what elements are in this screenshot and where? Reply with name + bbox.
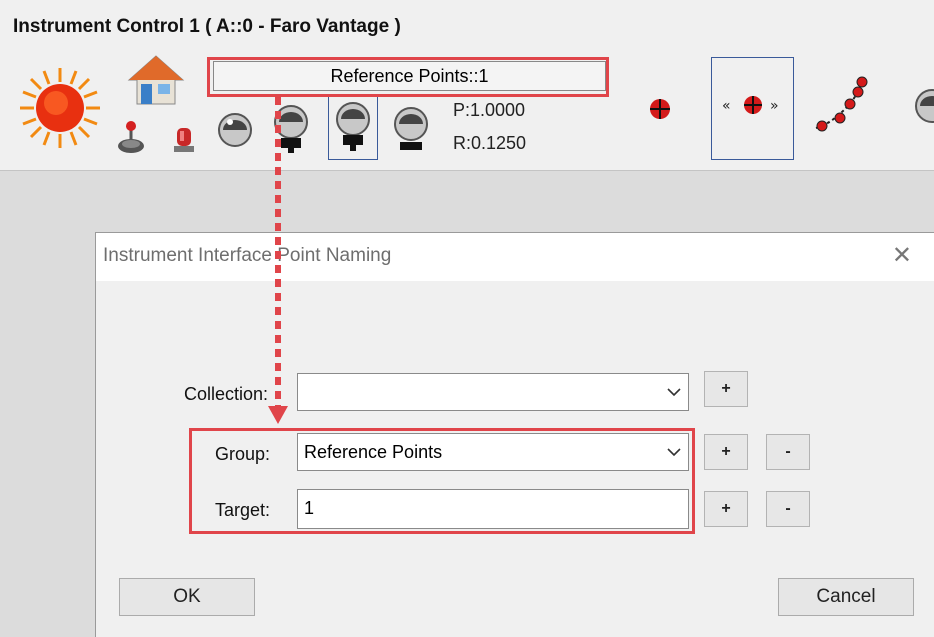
- annotation-arrow-icon: [268, 97, 288, 424]
